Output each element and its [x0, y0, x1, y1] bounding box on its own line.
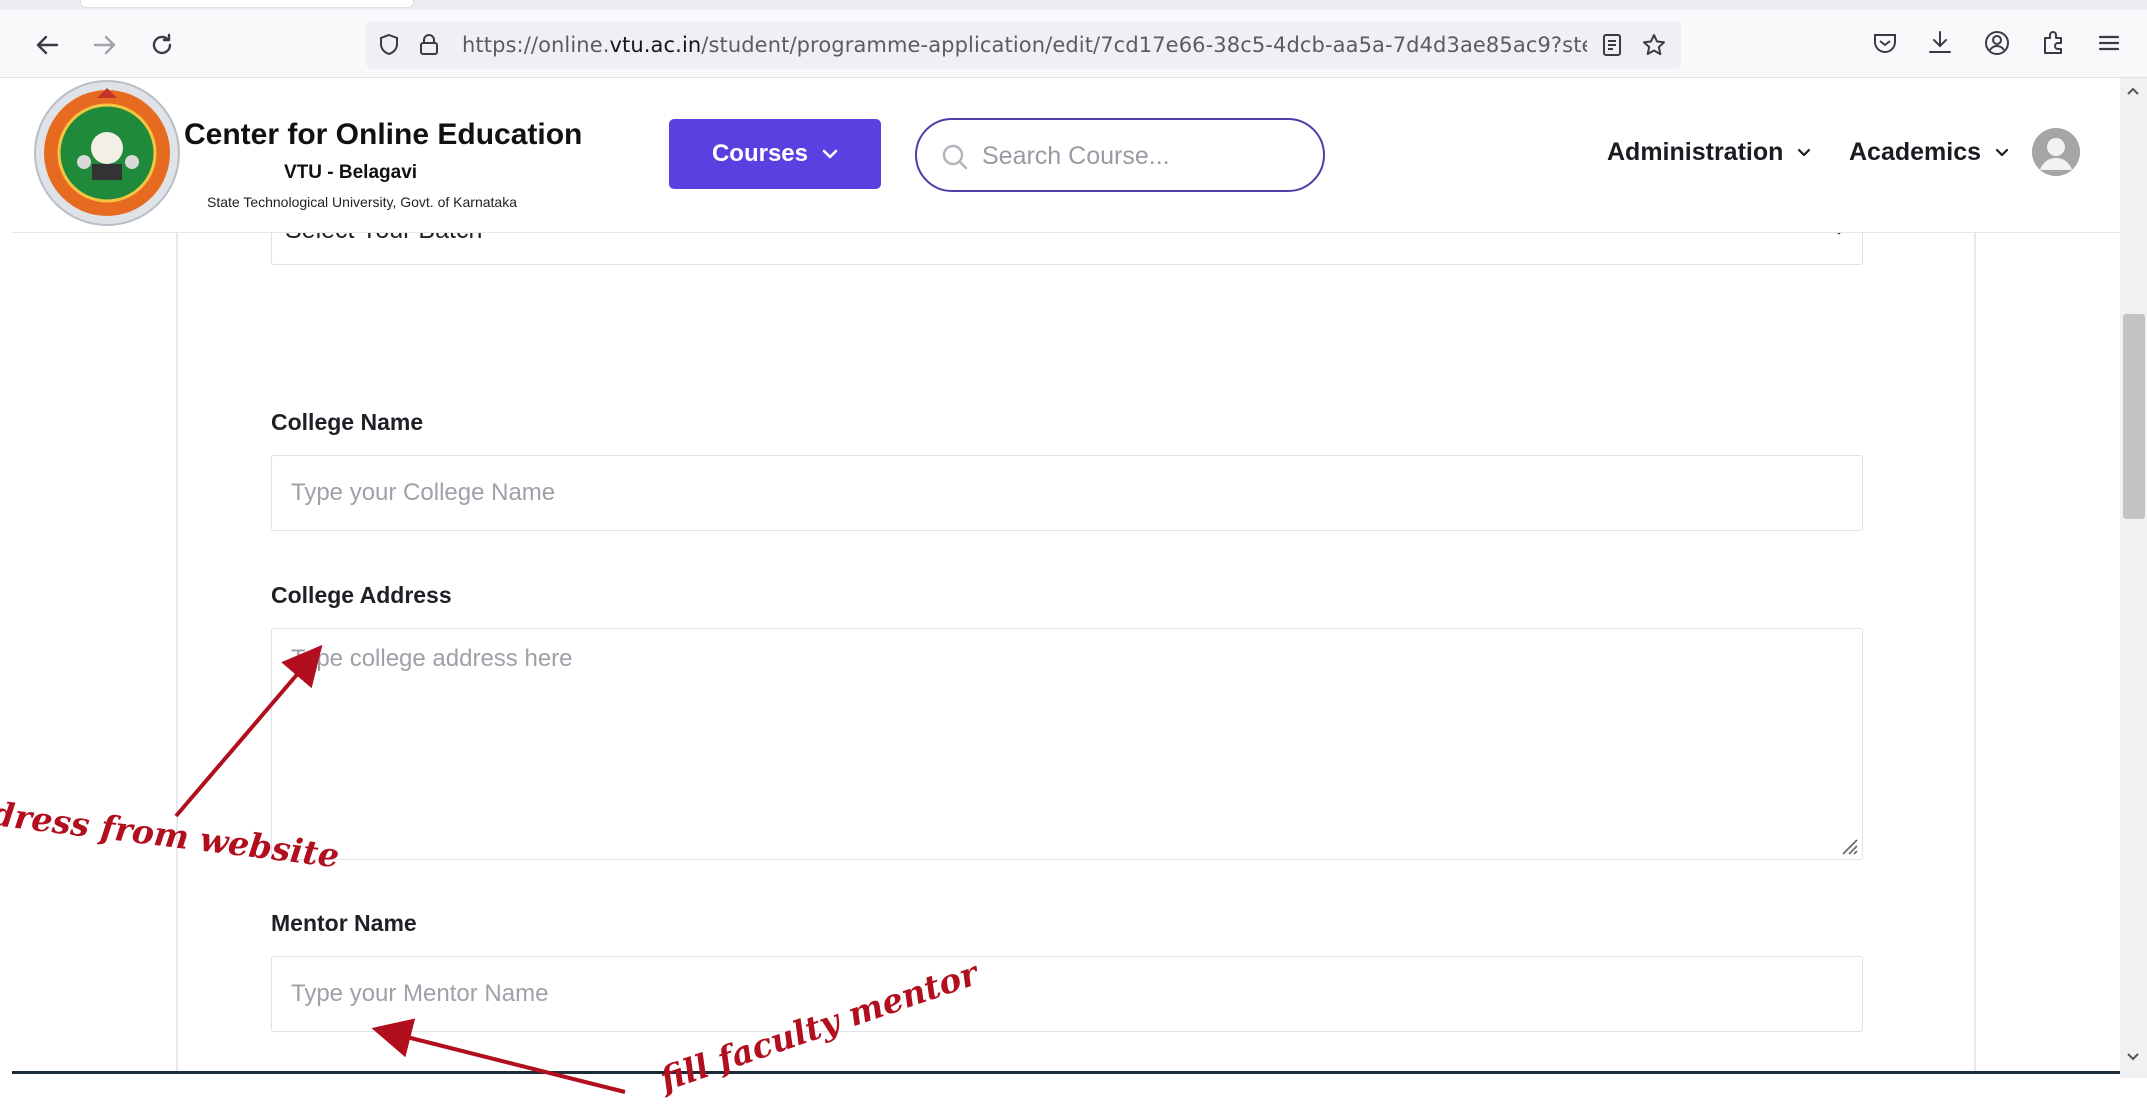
mentor-arrow: [371, 1018, 626, 1094]
address-arrow: [174, 644, 323, 818]
annotation-arrows: [174, 644, 626, 1094]
